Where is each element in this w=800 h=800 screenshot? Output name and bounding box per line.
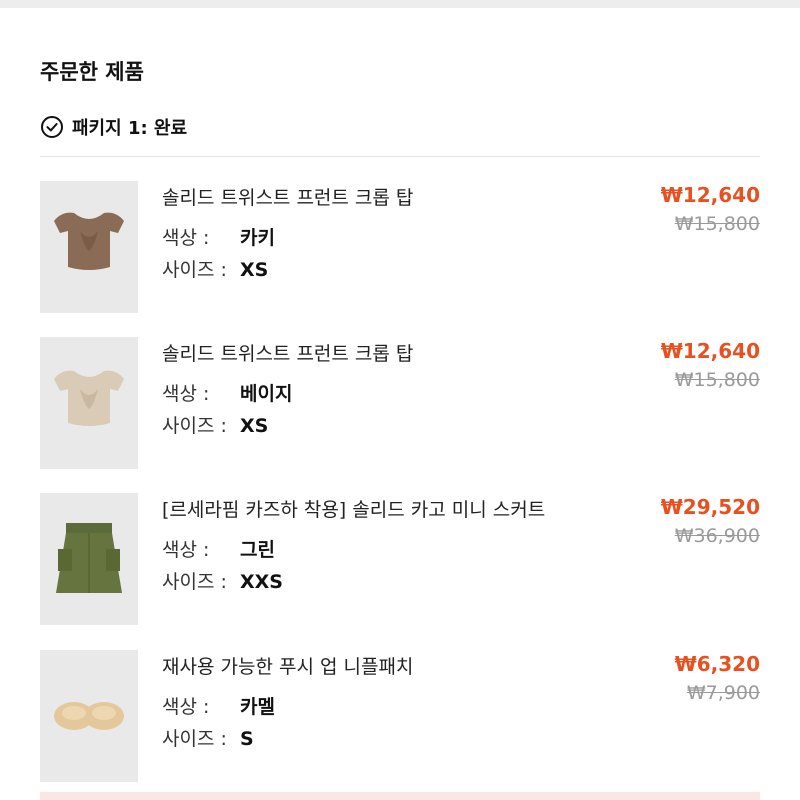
item-name[interactable]: 재사용 가능한 푸시 업 니플패치 (162, 652, 413, 679)
size-label: 사이즈 : (162, 571, 227, 593)
product-image[interactable] (40, 650, 138, 782)
original-price: ₩7,900 (686, 682, 760, 704)
original-price: ₩15,800 (674, 369, 760, 391)
bottom-banner-edge (40, 792, 760, 800)
top-divider-strip (0, 0, 800, 8)
color-label: 색상 : (162, 383, 210, 405)
item-color-row: 색상 : 카키 (162, 223, 275, 250)
item-color-row: 색상 : 베이지 (162, 379, 292, 406)
camel-nipple-patch-image (54, 702, 124, 730)
item-name[interactable]: [르세라핌 카즈하 착용] 솔리드 카고 미니 스커트 (162, 495, 545, 522)
package-status: 패키지 1: 완료 (40, 114, 187, 140)
sale-price: ₩12,640 (660, 339, 760, 363)
item-name[interactable]: 솔리드 트위스트 프런트 크롭 탑 (162, 183, 413, 210)
product-image[interactable] (40, 493, 138, 625)
section-title: 주문한 제품 (40, 60, 144, 84)
item-color-row: 색상 : 카멜 (162, 692, 275, 719)
size-label: 사이즈 : (162, 415, 227, 437)
item-size-row: 사이즈 : S (162, 724, 254, 751)
package-label: 패키지 1: 완료 (72, 118, 188, 139)
order-item[interactable]: 솔리드 트위스트 프런트 크롭 탑 색상 : 베이지 사이즈 : XS ₩12,64… (40, 337, 760, 469)
package-divider (40, 156, 760, 157)
item-size-row: 사이즈 : XS (162, 411, 268, 438)
item-color-row: 색상 : 그린 (162, 535, 275, 562)
beige-crop-top-image (54, 370, 124, 426)
color-value: 그린 (240, 539, 275, 561)
size-label: 사이즈 : (162, 259, 227, 281)
sale-price: ₩29,520 (660, 495, 760, 519)
size-label: 사이즈 : (162, 728, 227, 750)
item-size-row: 사이즈 : XS (162, 255, 268, 282)
color-label: 색상 : (162, 539, 210, 561)
order-item[interactable]: 솔리드 트위스트 프런트 크롭 탑 색상 : 카키 사이즈 : XS ₩12,640… (40, 181, 760, 313)
khaki-crop-top-image (54, 212, 124, 270)
color-value: 베이지 (240, 383, 293, 405)
item-size-row: 사이즈 : XXS (162, 567, 283, 594)
size-value: XXS (240, 571, 283, 593)
color-label: 색상 : (162, 696, 210, 718)
size-value: XS (240, 259, 269, 281)
sale-price: ₩12,640 (660, 183, 760, 207)
item-name[interactable]: 솔리드 트위스트 프런트 크롭 탑 (162, 339, 413, 366)
original-price: ₩15,800 (674, 213, 760, 235)
size-value: XS (240, 415, 269, 437)
green-cargo-skirt-image (56, 523, 122, 593)
product-image[interactable] (40, 181, 138, 313)
check-circle-icon (41, 116, 63, 138)
size-value: S (240, 728, 254, 750)
product-image[interactable] (40, 337, 138, 469)
color-value: 카키 (240, 227, 275, 249)
order-item[interactable]: [르세라핌 카즈하 착용] 솔리드 카고 미니 스커트 색상 : 그린 사이즈 :… (40, 493, 760, 625)
original-price: ₩36,900 (674, 525, 760, 547)
color-label: 색상 : (162, 227, 210, 249)
color-value: 카멜 (240, 696, 275, 718)
order-item[interactable]: 재사용 가능한 푸시 업 니플패치 색상 : 카멜 사이즈 : S ₩6,320 ₩… (40, 650, 760, 782)
sale-price: ₩6,320 (674, 652, 760, 676)
